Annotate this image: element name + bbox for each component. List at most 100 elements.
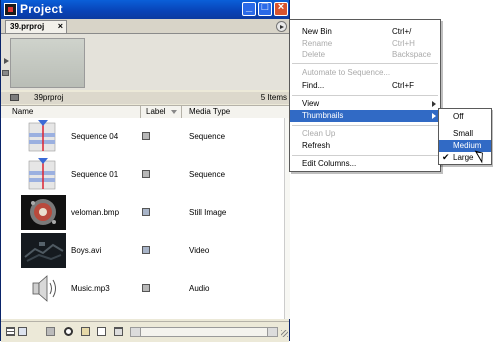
menu-item-label: Clean Up [302, 129, 336, 138]
submenu-item-label: Large [453, 153, 474, 162]
column-divider[interactable] [181, 106, 182, 118]
tab-close-icon[interactable]: × [58, 21, 63, 31]
close-icon: × [277, 1, 285, 13]
submenu-arrow-icon [432, 101, 436, 107]
sort-down-icon [171, 110, 177, 114]
preview-thumbnail [10, 38, 85, 88]
submenu-item-label: Off [453, 112, 464, 121]
submenu-item-medium[interactable]: Medium [439, 140, 491, 152]
menu-item-thumbnails[interactable]: Thumbnails [290, 110, 440, 122]
maximize-icon: □ [261, 1, 269, 13]
menu-item-shortcut: Ctrl+F [392, 81, 414, 90]
window-title: Project [20, 2, 63, 16]
item-name: veloman.bmp [71, 208, 120, 217]
tab-label: 39.prproj [10, 22, 45, 31]
sequence-icon [21, 119, 66, 154]
still-image-icon [21, 195, 66, 230]
menu-item-label: Delete [302, 50, 326, 59]
column-label[interactable]: Label [146, 107, 166, 116]
trash-icon[interactable] [114, 327, 123, 336]
menu-item-delete[interactable]: Delete Backspace [290, 49, 440, 61]
label-swatch[interactable] [142, 246, 150, 254]
label-swatch[interactable] [142, 170, 150, 178]
panel-menu-button[interactable] [276, 21, 287, 32]
item-media-type: Sequence [189, 170, 226, 179]
checkmark-icon: ✔ [442, 152, 450, 162]
automate-to-sequence-icon[interactable] [46, 327, 55, 336]
tab-strip: 39.prproj × [1, 19, 289, 34]
project-item-list: Sequence 04 Sequence Sequence 01 Sequenc… [1, 118, 284, 319]
item-count: 5 Items [260, 93, 287, 102]
column-divider[interactable] [140, 106, 141, 118]
bin-icon [10, 94, 19, 101]
menu-item-edit-columns[interactable]: Edit Columns... [290, 158, 440, 170]
menu-item-label: Find... [302, 81, 325, 90]
find-icon[interactable] [64, 327, 73, 336]
submenu-item-off[interactable]: Off [439, 111, 491, 123]
menu-item-new-bin[interactable]: New Bin Ctrl+/ [290, 26, 440, 38]
menu-item-shortcut: Ctrl+H [392, 39, 415, 48]
menu-separator [292, 125, 438, 126]
video-icon [21, 233, 66, 268]
item-media-type: Still Image [189, 208, 227, 217]
item-name: Sequence 04 [71, 132, 119, 141]
menu-item-clean-up[interactable]: Clean Up [290, 128, 440, 140]
menu-item-label: Automate to Sequence... [302, 68, 391, 77]
icon-view-icon[interactable] [18, 327, 27, 336]
item-media-type: Audio [189, 284, 210, 293]
title-bar[interactable]: Project _ □ × [1, 0, 289, 19]
tab-project[interactable]: 39.prproj × [5, 20, 67, 33]
item-name: Boys.avi [71, 246, 102, 255]
label-swatch[interactable] [142, 208, 150, 216]
project-info-bar: 39prproj 5 Items [1, 92, 289, 104]
list-item[interactable]: veloman.bmp Still Image [1, 194, 284, 232]
menu-item-shortcut: Ctrl+/ [392, 27, 412, 36]
item-name: Music.mp3 [71, 284, 110, 293]
preview-area [1, 34, 289, 90]
new-bin-icon[interactable] [81, 327, 90, 336]
submenu-item-label: Small [453, 129, 474, 138]
play-icon[interactable] [3, 58, 10, 65]
resize-grip-icon[interactable] [281, 330, 288, 337]
maximize-button[interactable]: □ [258, 1, 272, 16]
close-button[interactable]: × [274, 1, 288, 16]
menu-item-label: Edit Columns... [302, 159, 357, 168]
horizontal-scrollbar[interactable] [130, 327, 278, 337]
list-item[interactable]: Boys.avi Video [1, 232, 284, 270]
menu-separator [292, 95, 438, 96]
scroll-left-icon[interactable] [131, 328, 141, 336]
label-swatch[interactable] [142, 132, 150, 140]
item-media-type: Video [189, 246, 210, 255]
column-name[interactable]: Name [12, 107, 33, 116]
menu-item-automate-to-sequence[interactable]: Automate to Sequence... [290, 67, 440, 79]
list-item[interactable]: Music.mp3 Audio [1, 270, 284, 308]
menu-item-find[interactable]: Find... Ctrl+F [290, 80, 440, 92]
submenu-arrow-icon [432, 113, 436, 119]
column-media-type[interactable]: Media Type [189, 107, 230, 116]
menu-item-label: Refresh [302, 141, 331, 150]
minimize-icon: _ [245, 1, 253, 13]
menu-item-label: Thumbnails [302, 111, 344, 120]
audio-speaker-icon [21, 271, 66, 306]
bottom-toolbar [1, 321, 289, 342]
menu-separator [292, 63, 438, 64]
panel-context-menu: New Bin Ctrl+/ Rename Ctrl+H Delete Back… [289, 19, 441, 172]
premiere-app-icon [4, 3, 17, 16]
poster-frame-icon[interactable] [2, 70, 9, 76]
menu-item-refresh[interactable]: Refresh [290, 140, 440, 152]
list-item[interactable]: Sequence 01 Sequence [1, 156, 284, 194]
menu-item-shortcut: Backspace [392, 50, 432, 59]
project-window: Project _ □ × 39.prproj × 39prproj 5 Ite… [0, 0, 290, 342]
menu-item-label: Rename [302, 39, 333, 48]
list-view-icon[interactable] [6, 327, 15, 336]
label-swatch[interactable] [142, 284, 150, 292]
minimize-button[interactable]: _ [242, 1, 256, 16]
list-item[interactable]: Sequence 04 Sequence [1, 118, 284, 156]
menu-item-view[interactable]: View [290, 98, 440, 110]
column-header: Name Label Media Type [1, 105, 289, 119]
submenu-item-small[interactable]: Small [439, 128, 491, 140]
menu-item-label: View [302, 99, 320, 108]
new-item-icon[interactable] [97, 327, 106, 336]
scroll-right-icon[interactable] [267, 328, 277, 336]
item-name: Sequence 01 [71, 170, 119, 179]
